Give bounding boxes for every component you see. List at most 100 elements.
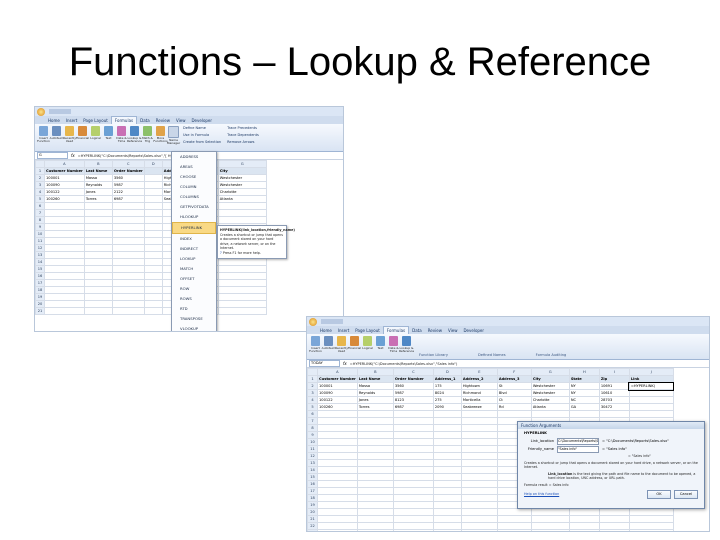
cell[interactable]: Last Name xyxy=(356,375,394,383)
cell[interactable] xyxy=(44,223,85,231)
cell[interactable]: =HYPERLINK( xyxy=(628,381,675,391)
cell[interactable] xyxy=(568,410,600,418)
cell[interactable] xyxy=(143,223,163,231)
tab-data[interactable]: Data xyxy=(409,327,425,334)
cell[interactable] xyxy=(530,522,570,530)
cell[interactable]: 10610 xyxy=(598,389,630,397)
cell[interactable]: 5987 xyxy=(111,181,145,189)
cell[interactable]: Hightown xyxy=(460,382,498,390)
cell[interactable] xyxy=(628,529,674,531)
use-in-formula-button[interactable]: Use in Formula xyxy=(183,133,221,137)
row-header[interactable]: 22 xyxy=(307,522,318,530)
row-header[interactable]: 8 xyxy=(35,216,45,224)
row-header[interactable]: 1 xyxy=(35,167,45,175)
cell[interactable] xyxy=(317,431,358,439)
row-header[interactable]: 7 xyxy=(35,209,45,217)
cell[interactable]: Massa xyxy=(83,174,113,182)
cell[interactable] xyxy=(392,424,434,432)
cell[interactable]: State xyxy=(568,375,600,383)
cell[interactable]: Order Number xyxy=(392,375,434,383)
autosum-button[interactable]: AutoSum xyxy=(322,335,335,359)
row-header[interactable]: 10 xyxy=(307,438,318,446)
office-button-icon[interactable] xyxy=(37,107,45,116)
cell[interactable]: Address_3 xyxy=(496,375,532,383)
cell[interactable] xyxy=(83,202,113,210)
cell[interactable] xyxy=(392,487,434,495)
cell[interactable]: 100090 xyxy=(44,181,85,189)
cell[interactable] xyxy=(432,424,462,432)
more-functions-button[interactable]: More Functions xyxy=(153,125,168,149)
arg2-input[interactable]: "Sales info" xyxy=(557,445,599,453)
cell[interactable] xyxy=(432,515,462,523)
cell[interactable]: NC xyxy=(568,396,600,404)
menu-item-rows[interactable]: ROWS xyxy=(172,294,216,304)
recently-used-button[interactable]: Recently Used xyxy=(63,125,76,149)
tab-home[interactable]: Home xyxy=(45,117,63,124)
row-header[interactable]: 12 xyxy=(35,244,45,252)
name-box[interactable]: TODAY xyxy=(309,360,340,367)
cell[interactable]: 275 xyxy=(432,396,462,404)
cell[interactable] xyxy=(392,410,434,418)
cell[interactable] xyxy=(598,529,630,531)
menu-item-rtd[interactable]: RTD xyxy=(172,304,216,314)
tab-developer[interactable]: Developer xyxy=(460,327,487,334)
cell[interactable] xyxy=(432,508,462,516)
row-header[interactable]: 2 xyxy=(307,382,318,390)
cell[interactable] xyxy=(496,522,532,530)
cell[interactable] xyxy=(217,293,267,301)
cell[interactable] xyxy=(460,522,498,530)
cell[interactable] xyxy=(460,480,498,488)
cell[interactable] xyxy=(44,272,85,280)
cell[interactable]: 8024 xyxy=(432,389,462,397)
cell[interactable] xyxy=(460,424,498,432)
cell[interactable] xyxy=(392,452,434,460)
row-header[interactable]: 16 xyxy=(35,272,45,280)
cell[interactable] xyxy=(111,258,145,266)
menu-item-columns[interactable]: COLUMNS xyxy=(172,192,216,202)
cell[interactable] xyxy=(432,480,462,488)
row-header[interactable]: 9 xyxy=(35,223,45,231)
cell[interactable] xyxy=(44,216,85,224)
define-name-button[interactable]: Define Name xyxy=(183,126,221,130)
cell[interactable] xyxy=(356,522,394,530)
cell[interactable] xyxy=(111,209,145,217)
row-header[interactable]: 3 xyxy=(35,181,45,189)
cell[interactable] xyxy=(568,515,600,523)
cell[interactable] xyxy=(432,529,462,531)
menu-item-index[interactable]: INDEX xyxy=(172,234,216,244)
cell[interactable]: Westchester xyxy=(217,174,267,182)
row-header[interactable]: 1 xyxy=(307,375,318,383)
cell[interactable] xyxy=(143,272,163,280)
cell[interactable] xyxy=(432,410,462,418)
column-header-a[interactable]: A xyxy=(44,160,85,168)
cell[interactable] xyxy=(143,279,163,287)
cell[interactable] xyxy=(392,445,434,453)
cell[interactable]: 6987 xyxy=(392,403,434,411)
cell[interactable] xyxy=(356,431,394,439)
row-header[interactable]: 14 xyxy=(35,258,45,266)
cell[interactable] xyxy=(111,272,145,280)
cell[interactable] xyxy=(143,202,163,210)
cell[interactable] xyxy=(317,473,358,481)
cell[interactable]: Customer Number xyxy=(44,167,85,175)
tab-formulas[interactable]: Formulas xyxy=(110,116,138,124)
cell[interactable] xyxy=(598,508,630,516)
tab-insert[interactable]: Insert xyxy=(63,117,80,124)
cell[interactable] xyxy=(83,307,113,315)
cell[interactable]: 100122 xyxy=(44,188,85,196)
autosum-button[interactable]: AutoSum xyxy=(50,125,63,149)
cell[interactable] xyxy=(143,195,163,203)
cell[interactable]: Westchester xyxy=(217,181,267,189)
menu-item-lookup[interactable]: LOOKUP xyxy=(172,254,216,264)
cell[interactable] xyxy=(44,279,85,287)
cell[interactable] xyxy=(460,515,498,523)
column-header-g[interactable]: G xyxy=(530,368,570,376)
cell[interactable]: 2090 xyxy=(432,403,462,411)
cell[interactable] xyxy=(317,459,358,467)
row-header[interactable]: 20 xyxy=(307,508,318,516)
trace-dependents-button[interactable]: Trace Dependents xyxy=(227,133,259,137)
cell[interactable] xyxy=(460,459,498,467)
column-header-c[interactable]: C xyxy=(392,368,434,376)
cell[interactable] xyxy=(496,410,532,418)
cell[interactable] xyxy=(356,515,394,523)
